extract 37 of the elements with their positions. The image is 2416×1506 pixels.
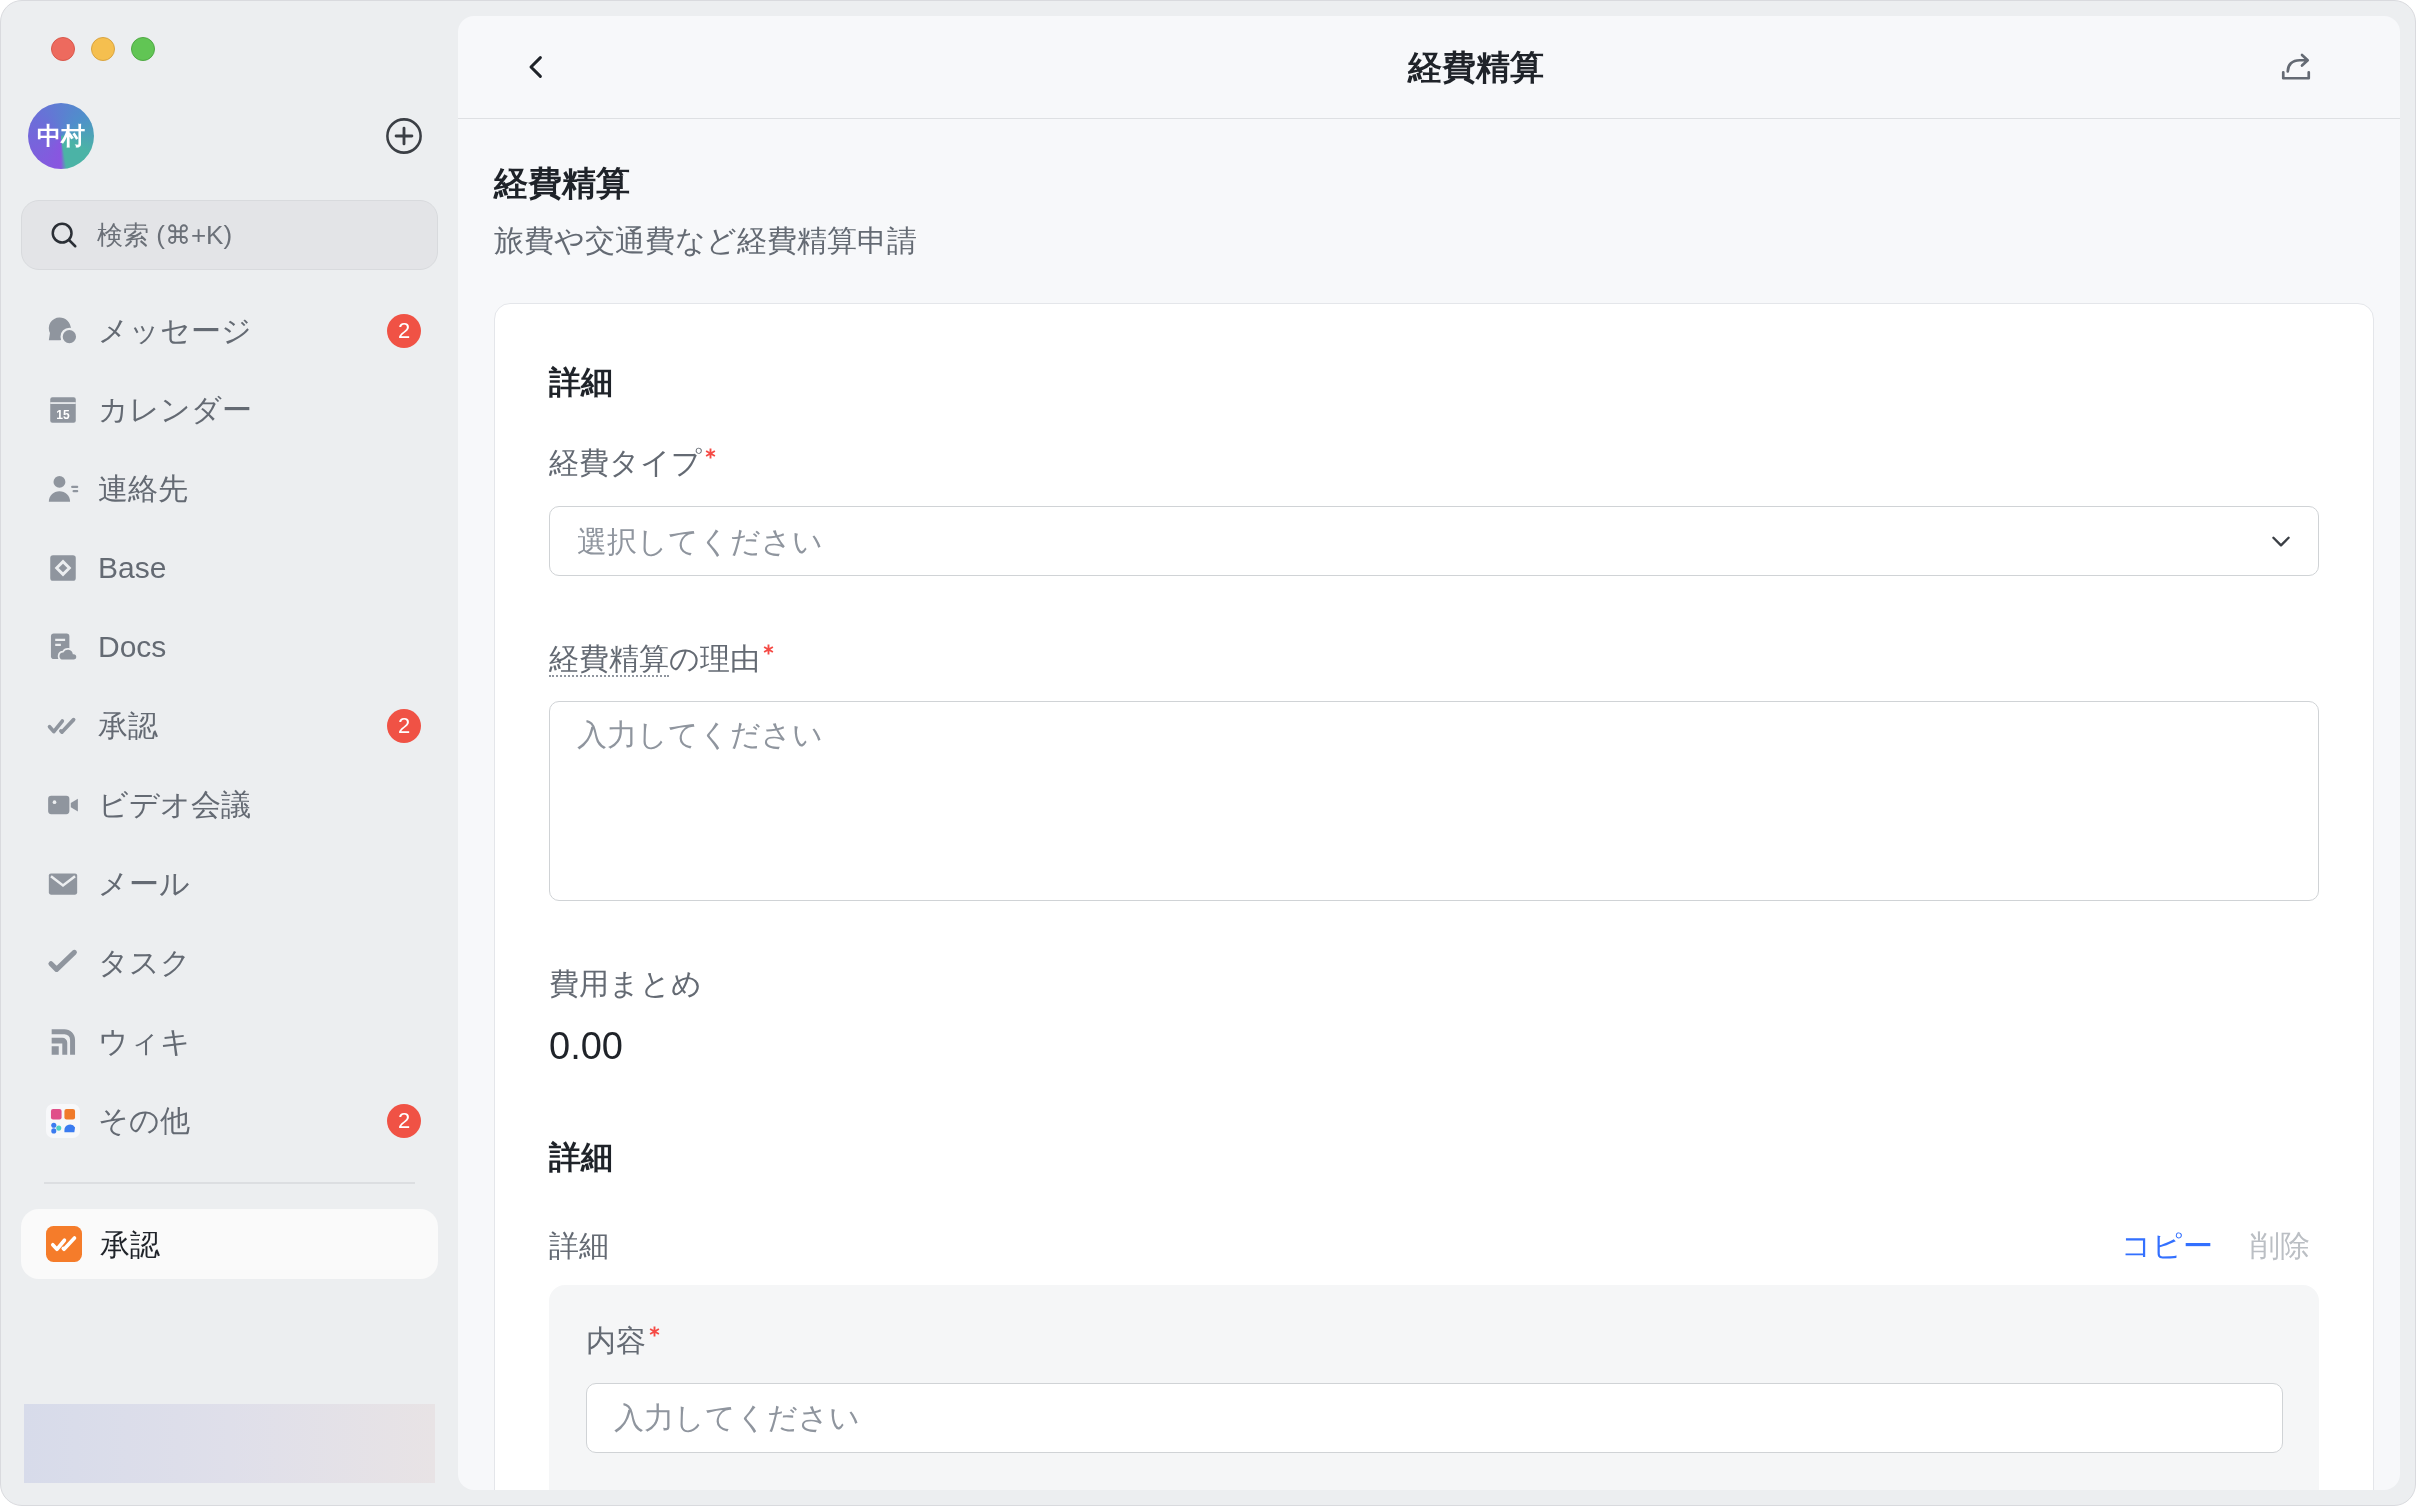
sidebar-item[interactable]: Base <box>21 528 438 607</box>
search-field[interactable]: 検索 (⌘+K) <box>21 200 438 270</box>
app-grid-icon <box>46 1103 80 1138</box>
reason-textarea[interactable]: 入力してください <box>549 701 2319 901</box>
sidebar-item[interactable]: ウィキ <box>21 1002 438 1081</box>
sidebar-item[interactable]: 承認 2 <box>21 686 438 765</box>
sidebar-item[interactable]: 承認 <box>21 1209 438 1279</box>
user-avatar[interactable]: 中村 <box>28 103 94 169</box>
count-badge: 2 <box>387 1103 421 1138</box>
count-badge: 2 <box>387 313 421 348</box>
sidebar-item[interactable]: メッセージ 2 <box>21 291 438 370</box>
entry-action-link[interactable]: コピー <box>2121 1225 2213 1267</box>
window-close-button[interactable] <box>51 37 75 61</box>
header-title: 経費精算 <box>1407 46 1544 88</box>
sidebar-item[interactable]: メール <box>21 844 438 923</box>
field-label: 経費タイプ <box>549 445 702 481</box>
content-input[interactable]: 入力してください <box>586 1383 2283 1453</box>
expense-type-select[interactable]: 選択してください <box>549 506 2319 576</box>
section-title: 詳細 <box>549 1138 614 1177</box>
sidebar-item[interactable]: 連絡先 <box>21 449 438 528</box>
plus-circle-icon[interactable] <box>385 117 423 155</box>
sidebar-item[interactable]: タスク <box>21 923 438 1002</box>
field-label: 費用まとめ <box>549 966 702 1002</box>
page-subtitle: 旅費や交通費など経費精算申請 <box>494 223 918 259</box>
entry-label: 詳細 <box>549 1228 609 1264</box>
page-title: 経費精算 <box>494 163 631 204</box>
sidebar-item[interactable]: 15 カレンダー <box>21 370 438 449</box>
sidebar-item[interactable]: その他 2 <box>21 1081 438 1160</box>
field-label: 内容 <box>586 1323 646 1359</box>
section-title: 詳細 <box>549 363 614 402</box>
sidebar-item[interactable]: Docs <box>21 607 438 686</box>
sidebar-item[interactable]: ビデオ会議 <box>21 765 438 844</box>
search-icon <box>49 220 79 250</box>
count-badge: 2 <box>387 708 421 743</box>
double-check-tile-icon <box>46 1226 82 1262</box>
field-label: 経費精算の理由 <box>549 641 760 679</box>
total-amount: 0.00 <box>549 1024 624 1069</box>
